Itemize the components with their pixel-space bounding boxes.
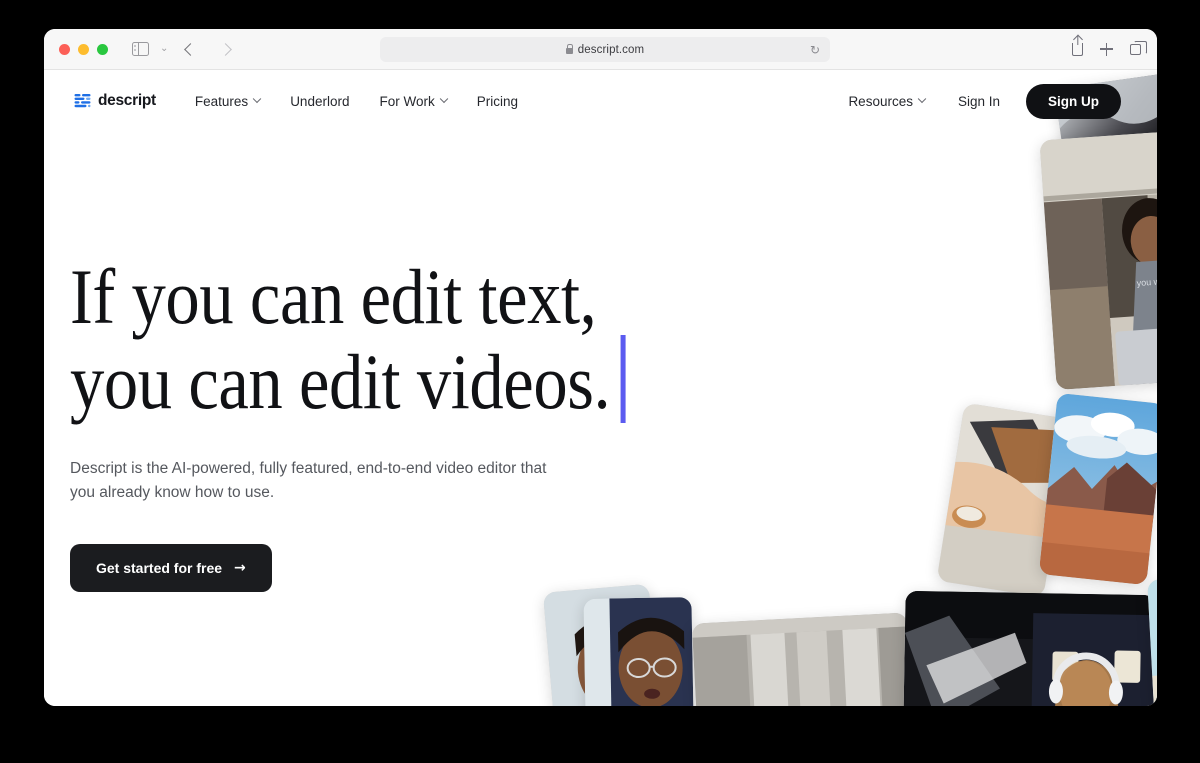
chevron-down-icon <box>439 94 448 104</box>
collage-card-man-workshop[interactable]: you want <box>1039 130 1157 390</box>
nav-item-features-label: Features <box>194 93 249 109</box>
back-arrow-icon[interactable] <box>184 42 198 56</box>
collage-card-interview[interactable]: I mean, it took me like 11 takes <box>583 597 695 706</box>
collage-card-desert-image <box>1038 392 1157 586</box>
headline-line-2: you can edit videos. <box>70 338 611 426</box>
nav-item-features[interactable]: Features <box>180 94 275 109</box>
collage-card-conference[interactable] <box>691 612 916 706</box>
minimize-window-button[interactable] <box>78 43 89 55</box>
nav-item-for-work-label: For Work <box>379 93 435 109</box>
desktop-background: ⌄ descript.com ↻ you want descript Featu… <box>0 0 1200 763</box>
hero-subheading: Descript is the AI-powered, fully featur… <box>70 457 570 504</box>
get-started-label: Get started for free <box>96 560 223 577</box>
site-navigation: descript Features Underlord For Work Pri… <box>44 70 1157 132</box>
svg-text:you want: you want <box>1136 276 1157 289</box>
tabs-icon[interactable] <box>1130 40 1147 55</box>
nav-item-resources[interactable]: Resources <box>833 94 940 109</box>
chevron-down-icon[interactable]: ⌄ <box>160 44 168 54</box>
brand-logo-link[interactable]: descript <box>74 92 156 110</box>
secondary-nav-links: Resources Sign In Sign Up <box>833 83 1121 119</box>
plus-icon[interactable] <box>1100 42 1113 56</box>
headline-line-1: If you can edit text, <box>70 253 597 340</box>
descript-logo-icon <box>74 93 91 107</box>
text-cursor-icon <box>620 335 626 424</box>
arrow-right-icon: → <box>234 560 246 577</box>
sign-up-button[interactable]: Sign Up <box>1026 83 1121 119</box>
collage-card-interview-image <box>583 597 695 706</box>
url-text: descript.com <box>577 43 645 56</box>
brand-name: descript <box>98 92 156 109</box>
lock-icon <box>565 44 574 54</box>
page-viewport: you want descript Features Underlord For… <box>44 70 1157 706</box>
chevron-down-icon <box>917 94 927 104</box>
toolbar-actions <box>1072 40 1147 56</box>
sidebar-toggle-icon[interactable] <box>132 41 149 57</box>
page-title: If you can edit text, you can edit video… <box>70 253 704 426</box>
hero-section: If you can edit text, you can edit video… <box>70 253 790 593</box>
zoom-window-button[interactable] <box>97 43 108 55</box>
nav-item-for-work[interactable]: For Work <box>364 94 461 109</box>
nav-item-underlord-label: Underlord <box>290 93 350 109</box>
browser-window: ⌄ descript.com ↻ you want descript Featu… <box>44 29 1157 706</box>
collage-card-desert[interactable] <box>1038 392 1157 586</box>
address-bar[interactable]: descript.com ↻ <box>380 37 830 62</box>
nav-item-pricing-label: Pricing <box>476 93 518 109</box>
browser-toolbar: ⌄ descript.com ↻ <box>44 29 1157 70</box>
get-started-button[interactable]: Get started for free → <box>70 544 272 593</box>
address-bar-content: descript.com <box>565 43 645 56</box>
sign-in-link[interactable]: Sign In <box>940 94 1018 109</box>
collage-card-headphones[interactable] <box>902 590 1156 706</box>
nav-item-pricing[interactable]: Pricing <box>462 94 533 109</box>
primary-nav-links: Features Underlord For Work Pricing <box>180 94 533 109</box>
share-icon[interactable] <box>1072 42 1083 56</box>
close-window-button[interactable] <box>59 43 70 55</box>
nav-item-resources-label: Resources <box>848 93 913 109</box>
chevron-down-icon <box>252 94 262 104</box>
collage-card-conference-image <box>691 612 916 706</box>
collage-card-man-workshop-image: you want <box>1039 130 1157 390</box>
reload-icon[interactable]: ↻ <box>810 44 820 56</box>
nav-item-underlord[interactable]: Underlord <box>275 94 364 109</box>
window-controls <box>59 43 108 55</box>
hero-subheading-line-1: Descript is the AI-powered, fully featur… <box>70 460 517 478</box>
collage-card-headphones-image <box>902 590 1156 706</box>
headline-line-2-wrap: you can edit videos. <box>70 335 704 426</box>
forward-arrow-icon[interactable] <box>219 42 233 56</box>
